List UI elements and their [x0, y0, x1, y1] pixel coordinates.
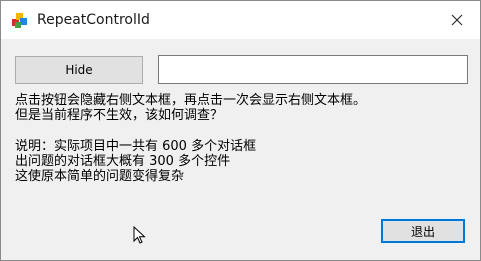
note-line: 这使原本简单的问题变得复杂 — [15, 169, 185, 184]
close-icon — [451, 14, 463, 26]
description-line: 点击按钮会隐藏右侧文本框，再点击一次会显示右侧文本框。 — [15, 93, 367, 108]
window-title: RepeatControlId — [37, 12, 150, 28]
hide-button[interactable]: Hide — [15, 56, 143, 84]
note-line: 说明：实际项目中一共有 600 多个对话框 — [15, 139, 257, 154]
description-text: 点击按钮会隐藏右侧文本框，再点击一次会显示右侧文本框。 但是当前程序不生效，该如… — [15, 93, 366, 123]
close-button[interactable] — [434, 1, 480, 39]
note-text: 说明：实际项目中一共有 600 多个对话框 出问题的对话框大概有 300 多个控… — [15, 139, 256, 184]
mouse-cursor-icon — [133, 226, 146, 244]
note-line: 出问题的对话框大概有 300 多个控件 — [15, 154, 231, 169]
title-bar[interactable]: RepeatControlId — [1, 1, 480, 39]
right-textbox[interactable] — [158, 55, 468, 84]
exit-button[interactable]: 退出 — [381, 219, 465, 243]
dialog-window: RepeatControlId Hide 点击按钮会隐藏右侧文本框，再点击一次会… — [0, 0, 481, 261]
colored-blocks-icon — [12, 13, 27, 28]
description-line: 但是当前程序不生效，该如何调查？ — [15, 108, 224, 123]
